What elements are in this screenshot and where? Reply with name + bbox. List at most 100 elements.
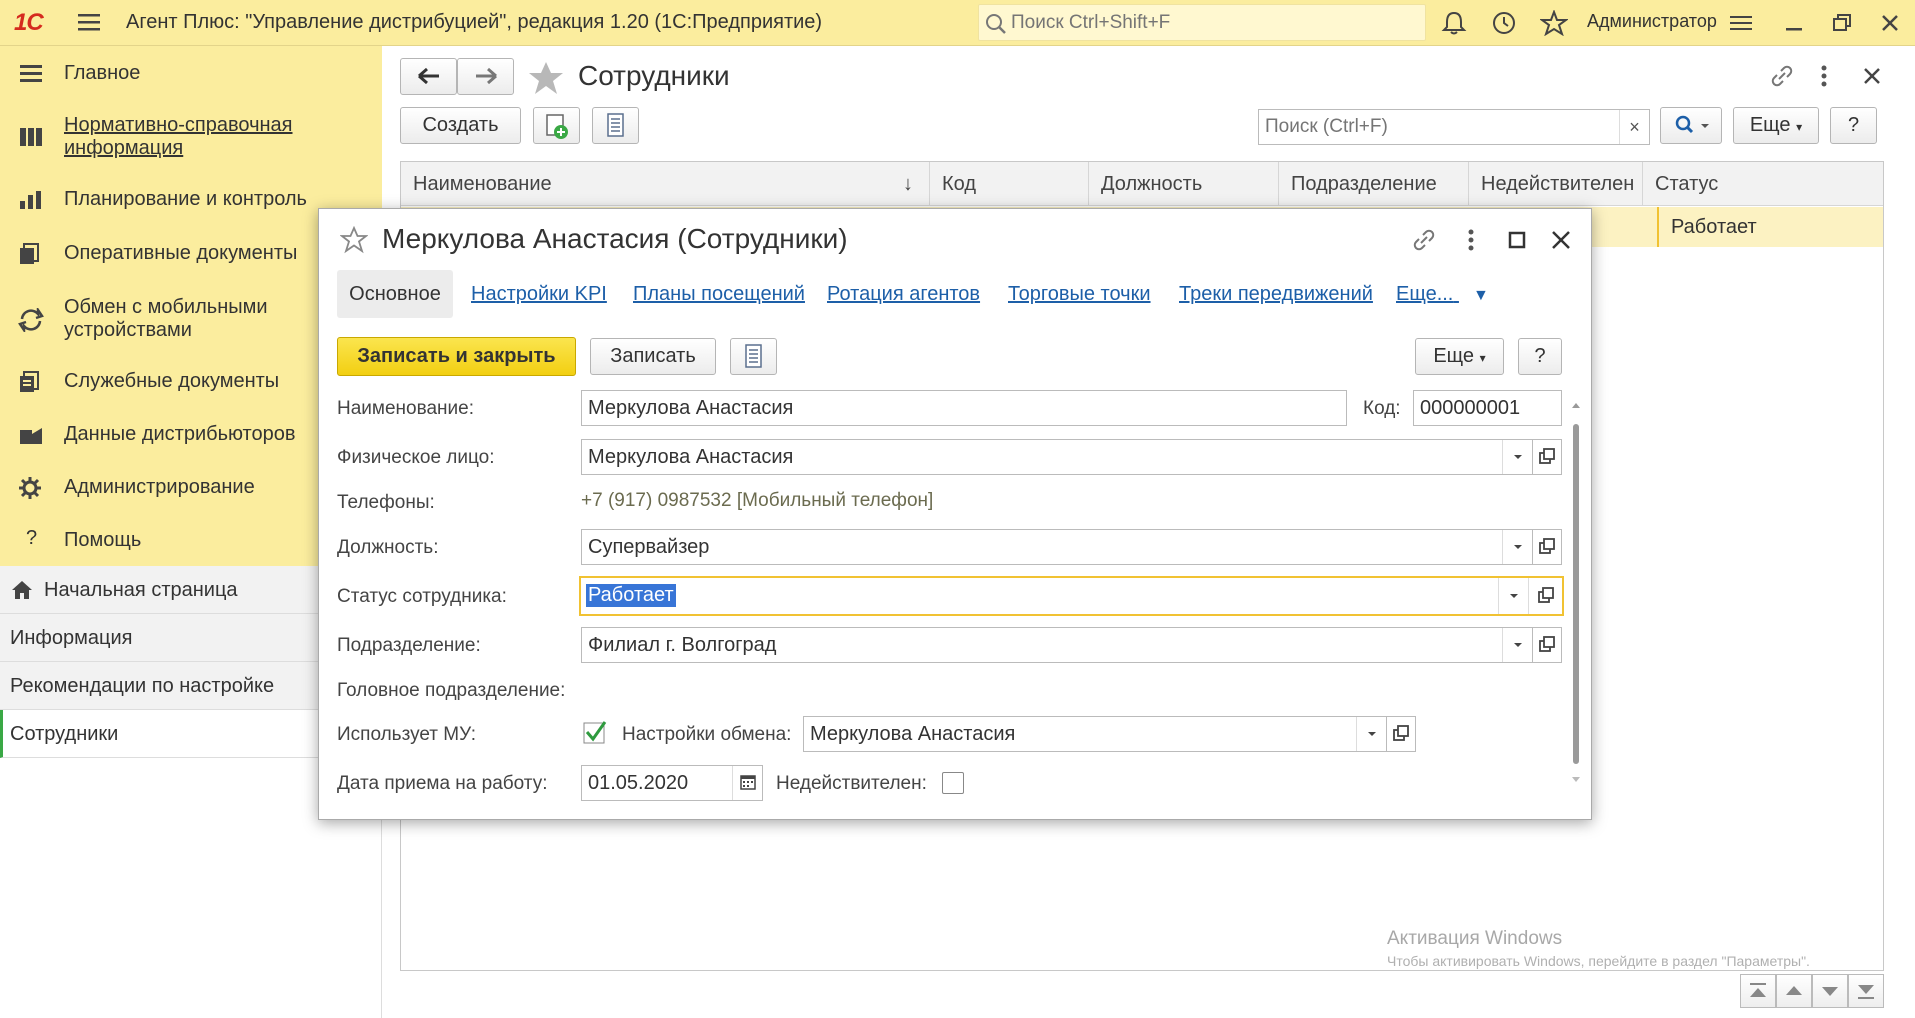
settings-lines-icon[interactable]	[1727, 10, 1755, 36]
window-item-label: Информация	[10, 627, 133, 649]
column-header-name[interactable]: Наименование ↓	[401, 162, 930, 206]
sidebar-item-label: Данные дистрибьюторов	[64, 423, 296, 445]
favorite-star-icon[interactable]	[527, 60, 565, 96]
home-icon	[10, 579, 34, 601]
sidebar-item-label: Главное	[64, 62, 141, 84]
hire-date-input[interactable]: 01.05.2020	[581, 765, 763, 801]
dialog-report-button[interactable]	[730, 338, 777, 375]
help-button[interactable]: ?	[1830, 107, 1877, 144]
dialog-more-button[interactable]: Еще ▾	[1415, 338, 1504, 375]
global-search[interactable]	[978, 4, 1426, 41]
tab-kpi-settings[interactable]: Настройки KPI	[471, 283, 607, 306]
open-department-button[interactable]	[1532, 627, 1562, 663]
name-label: Наименование:	[337, 398, 474, 419]
position-label: Должность:	[337, 537, 439, 558]
tab-outlets[interactable]: Торговые точки	[1008, 283, 1151, 306]
uses-mu-checkbox[interactable]	[583, 720, 609, 746]
sidebar-item-label: Оперативные документы	[64, 242, 298, 264]
back-button[interactable]	[400, 58, 457, 95]
forward-button[interactable]	[457, 58, 514, 95]
favorites-star-icon[interactable]	[1540, 10, 1568, 36]
restore-icon[interactable]	[1828, 10, 1856, 36]
main-menu-icon[interactable]	[76, 10, 104, 36]
create-button[interactable]: Создать	[400, 107, 521, 144]
dialog-link-icon[interactable]	[1410, 226, 1438, 254]
phone-value[interactable]: +7 (917) 0987532 [Мобильный телефон]	[581, 490, 933, 512]
person-label: Физическое лицо:	[337, 447, 495, 468]
link-icon[interactable]	[1768, 62, 1796, 90]
dialog-scrollbar[interactable]	[1570, 400, 1582, 785]
code-input[interactable]: 000000001	[1413, 390, 1562, 426]
distributor-icon	[18, 424, 44, 446]
tab-movement-tracks[interactable]: Треки передвижений	[1179, 283, 1373, 306]
global-search-input[interactable]	[1011, 9, 1411, 37]
exchange-settings-select[interactable]: Меркулова Анастасия	[803, 716, 1387, 752]
minimize-icon[interactable]	[1780, 10, 1808, 36]
open-person-button[interactable]	[1532, 439, 1562, 475]
clear-search-icon[interactable]: ×	[1619, 110, 1649, 144]
tab-agent-rotation[interactable]: Ротация агентов	[827, 283, 980, 306]
sidebar-item-main[interactable]: Главное	[0, 58, 382, 90]
chevron-down-icon[interactable]	[1502, 440, 1532, 474]
save-and-close-button[interactable]: Записать и закрыть	[337, 337, 576, 376]
status-select[interactable]: Работает	[579, 576, 1564, 616]
column-header-invalid[interactable]: Недействителен	[1469, 162, 1643, 206]
tab-visit-plans[interactable]: Планы посещений	[633, 283, 805, 306]
close-window-icon[interactable]	[1876, 10, 1904, 36]
list-search[interactable]: ×	[1258, 109, 1650, 145]
open-exchange-settings-button[interactable]	[1386, 716, 1416, 752]
exchange-settings-label: Настройки обмена:	[622, 724, 792, 745]
dialog-favorite-star-icon[interactable]	[340, 226, 368, 254]
scroll-bottom-button[interactable]	[1848, 974, 1884, 1008]
dialog-more-vertical-icon[interactable]	[1465, 228, 1477, 252]
sort-desc-icon: ↓	[903, 173, 913, 195]
open-status-button[interactable]	[1528, 578, 1562, 614]
column-header-position[interactable]: Должность	[1089, 162, 1279, 206]
department-select[interactable]: Филиал г. Волгоград	[581, 627, 1533, 663]
history-icon[interactable]	[1490, 10, 1518, 36]
table-header: Наименование ↓ Код Должность Подразделен…	[401, 162, 1883, 206]
chevron-down-icon[interactable]	[1502, 530, 1532, 564]
window-item-label: Начальная страница	[44, 579, 238, 601]
copy-add-button[interactable]	[533, 107, 580, 144]
scroll-top-button[interactable]	[1740, 974, 1776, 1008]
top-bar: 1С Агент Плюс: "Управление дистрибуцией"…	[0, 0, 1915, 46]
chevron-down-icon[interactable]	[1356, 717, 1386, 751]
search-button[interactable]	[1660, 107, 1722, 144]
calendar-icon[interactable]	[732, 766, 762, 800]
row-status-cell: Работает	[1657, 207, 1883, 247]
open-position-button[interactable]	[1532, 529, 1562, 565]
more-vertical-icon[interactable]	[1818, 64, 1830, 88]
user-name[interactable]: Администратор	[1587, 11, 1717, 32]
position-select[interactable]: Супервайзер	[581, 529, 1533, 565]
dialog-maximize-icon[interactable]	[1505, 228, 1529, 252]
scroll-down-button[interactable]	[1812, 974, 1848, 1008]
tab-more[interactable]: Еще... ▼	[1396, 283, 1489, 306]
scroll-up-button[interactable]	[1776, 974, 1812, 1008]
invalid-label: Недействителен:	[776, 773, 927, 794]
column-header-code[interactable]: Код	[930, 162, 1089, 206]
dialog-help-button[interactable]: ?	[1518, 338, 1562, 375]
list-search-input[interactable]	[1265, 114, 1605, 140]
sidebar-item-label: Обмен с мобильными устройствами	[64, 296, 268, 341]
dialog-close-icon[interactable]	[1549, 228, 1573, 252]
bell-icon[interactable]	[1440, 10, 1468, 36]
close-form-icon[interactable]	[1860, 64, 1884, 88]
documents-icon	[18, 243, 44, 265]
person-select[interactable]: Меркулова Анастасия	[581, 439, 1533, 475]
app-title: Агент Плюс: "Управление дистрибуцией", р…	[126, 11, 823, 33]
tab-main[interactable]: Основное	[337, 270, 453, 318]
invalid-checkbox[interactable]	[942, 772, 964, 794]
chevron-down-icon[interactable]	[1502, 628, 1532, 662]
more-button[interactable]: Еще ▾	[1733, 107, 1819, 144]
save-button[interactable]: Записать	[590, 338, 716, 375]
column-header-department[interactable]: Подразделение	[1279, 162, 1469, 206]
bar-chart-icon	[18, 189, 44, 211]
name-input[interactable]: Меркулова Анастасия	[581, 390, 1347, 426]
sidebar-item-reference[interactable]: Нормативно-справочная информация	[0, 112, 382, 162]
report-button[interactable]	[592, 107, 639, 144]
chevron-down-icon[interactable]	[1498, 578, 1528, 614]
app-logo: 1С	[14, 9, 44, 36]
windows-activation-text: Чтобы активировать Windows, перейдите в …	[1387, 953, 1810, 969]
column-header-status[interactable]: Статус	[1643, 162, 1883, 206]
